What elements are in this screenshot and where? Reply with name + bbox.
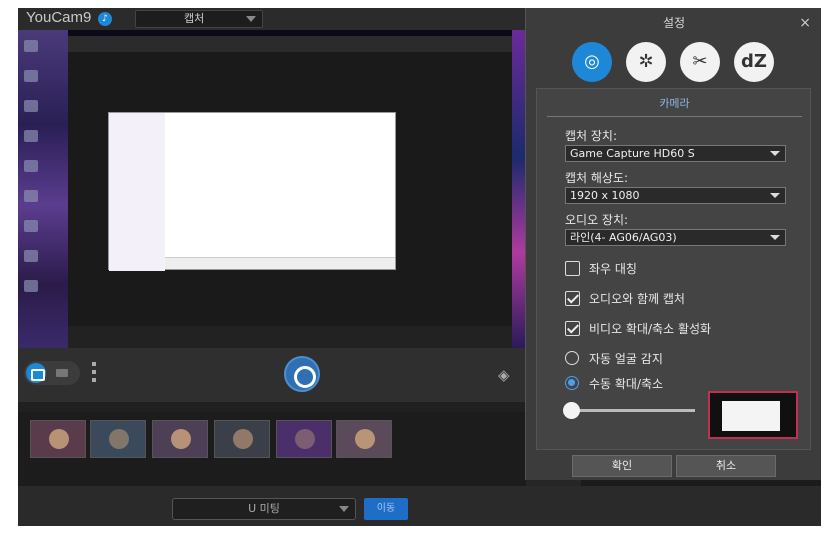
auto-face-radio[interactable] [565,351,579,365]
go-button[interactable]: 이동 [364,498,408,520]
thumbnail[interactable] [30,420,86,458]
control-bar: ◈ [18,348,526,402]
thumbnail[interactable] [152,420,208,458]
aperture-tab-icon[interactable]: ✲ [626,42,666,82]
chevron-down-icon [339,506,349,512]
section-title: 카메라 [547,95,802,117]
dialog-title: 설정 [662,16,686,30]
audio-device-value: 라인(4- AG06/AG03) [570,231,677,244]
video-zoom-checkbox[interactable] [565,321,580,336]
ok-button[interactable]: 확인 [572,455,672,477]
app-name: YouCam9 [26,9,92,26]
capture-resolution-select[interactable]: 1920 x 1080 [565,187,786,204]
thumbnail[interactable] [90,420,146,458]
bell-icon[interactable]: ♪ [98,12,112,26]
camera-icon[interactable] [26,363,46,383]
zoom-slider-handle[interactable] [563,402,580,419]
chevron-down-icon [246,16,256,22]
video-zoom-label: 비디오 확대/축소 활성화 [589,322,712,336]
auto-face-label: 자동 얼굴 감지 [589,352,663,366]
thumbnail[interactable] [276,420,332,458]
zoom-preview-thumbnail [708,391,798,439]
capture-thumbnails [18,412,526,486]
capture-audio-label: 오디오와 함께 캡처 [589,292,685,306]
cancel-button[interactable]: 취소 [676,455,776,477]
capture-resolution-label: 캡처 해상도: [565,171,629,185]
meeting-select-value: U 미팅 [248,502,280,515]
mirror-label: 좌우 대칭 [589,262,637,276]
desktop-right-strip [512,30,526,348]
chevron-down-icon [770,235,780,240]
layers-icon[interactable]: ◈ [498,366,510,384]
camera-settings-panel: 카메라 캡처 장치: Game Capture HD60 S 캡처 해상도: 1… [536,88,811,450]
tools-tab-icon[interactable]: ✂ [680,42,720,82]
shutter-icon[interactable] [284,356,320,392]
mode-select[interactable]: 캡처 [135,10,263,28]
meeting-select[interactable]: U 미팅 [172,498,356,520]
chevron-down-icon [770,151,780,156]
manual-zoom-label: 수동 확대/축소 [589,377,664,391]
video-icon[interactable] [56,369,68,377]
camera-video-toggle[interactable] [24,361,80,385]
settings-dialog: 설정 × ◎ ✲ ✂ dZ 카메라 캡처 장치: Game Capture HD… [525,8,821,480]
desktop-left-strip [18,30,68,348]
more-dots-icon[interactable] [92,362,96,386]
close-icon[interactable]: × [799,15,811,31]
zoom-slider[interactable] [563,402,695,419]
audio-device-select[interactable]: 라인(4- AG06/AG03) [565,229,786,246]
capture-resolution-value: 1920 x 1080 [570,189,640,202]
thumbnail[interactable] [336,420,392,458]
captured-taskbar [68,326,512,348]
capture-device-label: 캡처 장치: [565,129,618,143]
mirror-checkbox[interactable] [565,261,580,276]
audio-device-label: 오디오 장치: [565,213,629,227]
captured-software-window [108,112,396,271]
youcam-window: YouCam9 ♪ 캡처 ◈ U 미팅 이동 설정 × ◎ ✲ ✂ dZ 카메라… [18,8,821,526]
thumbnail[interactable] [214,420,270,458]
capture-device-value: Game Capture HD60 S [570,147,695,160]
camera-tab-icon[interactable]: ◎ [572,42,612,82]
capture-device-select[interactable]: Game Capture HD60 S [565,145,786,162]
dz-tab-icon[interactable]: dZ [734,42,774,82]
bottom-bar: U 미팅 이동 [18,486,821,526]
mode-select-value: 캡처 [184,12,205,25]
capture-audio-checkbox[interactable] [565,291,580,306]
chevron-down-icon [770,193,780,198]
camera-preview [18,30,526,348]
manual-zoom-radio[interactable] [565,376,579,390]
